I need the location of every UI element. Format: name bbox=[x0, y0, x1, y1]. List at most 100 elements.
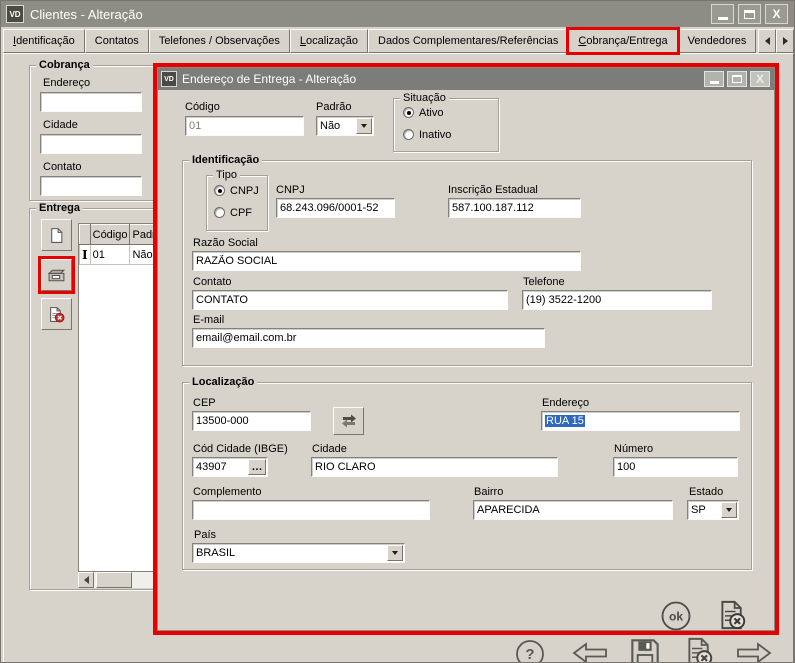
tab-localizacao[interactable]: Localização bbox=[290, 29, 368, 53]
cidade-input[interactable] bbox=[311, 457, 558, 477]
dialog-minimize-button[interactable] bbox=[704, 71, 724, 87]
tipo-cpf-radio[interactable]: CPF bbox=[214, 207, 252, 219]
dialog-close-button[interactable]: X bbox=[750, 71, 770, 87]
scroll-left-button[interactable] bbox=[78, 572, 94, 588]
minimize-button[interactable] bbox=[711, 4, 734, 24]
table-horizontal-scrollbar[interactable] bbox=[78, 572, 156, 588]
cancel-button[interactable] bbox=[685, 636, 713, 663]
cod-cidade-input[interactable]: 43907 … bbox=[192, 457, 268, 477]
previous-icon bbox=[572, 642, 608, 663]
complemento-input[interactable] bbox=[192, 500, 430, 520]
selected-text: RUA 15 bbox=[545, 415, 585, 427]
telefone-input[interactable] bbox=[522, 290, 712, 310]
tab-identificacao[interactable]: Identificação bbox=[3, 29, 85, 53]
cnpj-input[interactable] bbox=[276, 198, 395, 218]
situacao-inativo-radio[interactable]: Inativo bbox=[403, 129, 451, 141]
email-input[interactable] bbox=[192, 328, 545, 348]
cobranca-contato-input[interactable] bbox=[40, 176, 142, 196]
cancel-icon bbox=[685, 636, 713, 663]
svg-text:ok: ok bbox=[669, 610, 683, 624]
tab-strip: Identificação Contatos Telefones / Obser… bbox=[3, 29, 794, 54]
inscricao-estadual-label: Inscrição Estadual bbox=[448, 184, 538, 196]
help-icon: ? bbox=[515, 639, 545, 663]
numero-input[interactable] bbox=[613, 457, 738, 477]
pais-select[interactable]: BRASIL bbox=[192, 543, 405, 563]
tab-vendedores[interactable]: Vendedores bbox=[678, 29, 757, 53]
estado-value: SP bbox=[688, 501, 721, 519]
tab-telefones-observacoes[interactable]: Telefones / Observações bbox=[149, 29, 290, 53]
dialog-logo-icon: VD bbox=[161, 71, 177, 87]
app-logo-icon: VD bbox=[6, 5, 24, 23]
maximize-icon bbox=[744, 10, 755, 19]
endereco-input[interactable]: RUA 15 bbox=[541, 411, 740, 431]
delete-record-button[interactable] bbox=[41, 298, 72, 330]
padrao-select[interactable]: Não bbox=[316, 116, 374, 136]
email-label: E-mail bbox=[193, 314, 224, 326]
estado-select[interactable]: SP bbox=[687, 500, 739, 520]
ellipsis-icon: … bbox=[252, 463, 263, 471]
new-record-button[interactable] bbox=[41, 219, 72, 251]
sync-arrows-icon bbox=[340, 414, 358, 428]
identificacao-group: Identificação Tipo CNPJ CPF CNPJ Inscriç… bbox=[182, 160, 752, 366]
contato-input[interactable] bbox=[192, 290, 508, 310]
bairro-input[interactable] bbox=[473, 500, 673, 520]
dialog-close-icon: X bbox=[756, 73, 764, 85]
cidade-label: Cidade bbox=[312, 443, 347, 455]
close-button[interactable]: X bbox=[765, 4, 788, 24]
cep-input[interactable] bbox=[192, 411, 311, 431]
row-codigo-cell: 01 bbox=[90, 245, 130, 265]
chevron-down-icon[interactable] bbox=[721, 502, 737, 518]
tab-dados-complementares[interactable]: Dados Complementares/Referências bbox=[368, 29, 568, 53]
contato-label: Contato bbox=[193, 276, 232, 288]
cnpj-label: CNPJ bbox=[276, 184, 305, 196]
previous-button[interactable] bbox=[572, 642, 608, 663]
radio-selected-icon bbox=[403, 107, 414, 118]
dialog-annotation-box: VD Endereço de Entrega - Alteração X Cód… bbox=[153, 63, 779, 635]
tab-contatos[interactable]: Contatos bbox=[85, 29, 149, 53]
entrega-table[interactable]: Código Padrão I 01 Não bbox=[78, 223, 156, 572]
cod-cidade-label: Cód Cidade (IBGE) bbox=[193, 443, 288, 455]
cobranca-contato-label: Contato bbox=[43, 161, 82, 173]
chevron-down-icon[interactable] bbox=[387, 545, 403, 561]
column-header-codigo[interactable]: Código bbox=[90, 225, 130, 245]
razao-social-input[interactable] bbox=[192, 251, 581, 271]
situacao-ativo-radio[interactable]: Ativo bbox=[403, 107, 443, 119]
tipo-cnpj-radio[interactable]: CNPJ bbox=[214, 185, 259, 197]
pais-value: BRASIL bbox=[193, 544, 387, 562]
tab-cobranca-entrega[interactable]: Cobrança/Entrega bbox=[568, 29, 677, 53]
codigo-label: Código bbox=[185, 101, 220, 113]
scrollbar-thumb[interactable] bbox=[96, 572, 132, 588]
tab-scroll-left-button[interactable] bbox=[758, 29, 776, 53]
dialog-cancel-button[interactable] bbox=[718, 598, 746, 632]
cancel-icon bbox=[718, 599, 746, 631]
complemento-label: Complemento bbox=[193, 486, 261, 498]
inscricao-estadual-input[interactable] bbox=[448, 198, 581, 218]
dialog-minimize-icon bbox=[710, 81, 719, 84]
cod-cidade-browse-button[interactable]: … bbox=[248, 459, 266, 475]
chevron-right-icon bbox=[783, 37, 788, 45]
maximize-button[interactable] bbox=[738, 4, 761, 24]
help-button[interactable]: ? bbox=[515, 639, 545, 663]
column-header-marker[interactable] bbox=[80, 225, 91, 245]
table-row[interactable]: I 01 Não bbox=[80, 245, 157, 265]
dialog-maximize-icon bbox=[732, 75, 742, 83]
padrao-label: Padrão bbox=[316, 101, 351, 113]
tab-scroll-right-button[interactable] bbox=[776, 29, 794, 53]
open-record-icon bbox=[47, 268, 66, 283]
cobranca-endereco-input[interactable] bbox=[40, 92, 142, 112]
codigo-input bbox=[185, 116, 304, 136]
tipo-group: Tipo bbox=[206, 175, 268, 231]
next-icon bbox=[736, 642, 772, 663]
cobranca-cidade-input[interactable] bbox=[40, 134, 142, 154]
chevron-down-icon[interactable] bbox=[356, 118, 372, 134]
localizacao-group-title: Localização bbox=[189, 376, 257, 388]
open-record-button[interactable] bbox=[41, 259, 72, 291]
save-button[interactable] bbox=[629, 637, 661, 663]
next-button[interactable] bbox=[736, 642, 772, 663]
ok-button[interactable]: ok bbox=[660, 600, 692, 632]
dialog-title: Endereço de Entrega - Alteração bbox=[182, 72, 356, 86]
dialog-maximize-button[interactable] bbox=[727, 71, 747, 87]
new-record-icon bbox=[48, 227, 65, 244]
bairro-label: Bairro bbox=[474, 486, 503, 498]
cep-lookup-button[interactable] bbox=[333, 407, 364, 435]
